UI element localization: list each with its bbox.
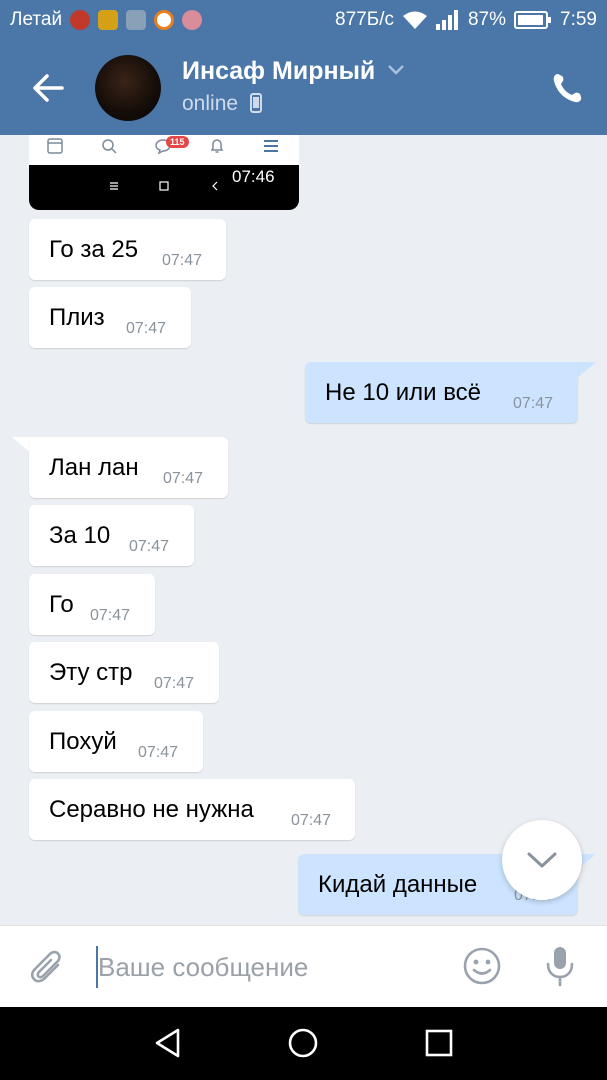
- message-text: Го: [49, 591, 74, 618]
- contact-avatar[interactable]: [95, 55, 161, 121]
- message-text: Серавно не нужна: [49, 796, 254, 823]
- screenshot-attachment[interactable]: 115 07:46: [29, 135, 299, 210]
- scroll-down-button[interactable]: [502, 820, 582, 900]
- message-text: Плиз: [49, 304, 105, 331]
- back-arrow-icon[interactable]: [28, 68, 68, 108]
- message-bubble[interactable]: Не 10 или всё 07:47: [305, 362, 578, 423]
- paperclip-icon[interactable]: [28, 948, 68, 988]
- message-bubble[interactable]: Похуй 07:47: [29, 711, 203, 772]
- message-bubble[interactable]: Серавно не нужна 07:47: [29, 779, 355, 840]
- clock: 7:59: [560, 9, 597, 30]
- phone-icon[interactable]: [547, 68, 587, 108]
- message-text: Лан лан: [49, 454, 139, 481]
- message-time: 07:47: [129, 538, 170, 555]
- message-bubble[interactable]: Го за 25 07:47: [29, 219, 226, 280]
- message-time: 07:47: [154, 675, 195, 692]
- wifi-icon: [402, 11, 427, 29]
- message-bubble[interactable]: За 10 07:47: [29, 505, 194, 566]
- contact-status: online: [182, 92, 262, 116]
- app-notification-icon: [182, 10, 203, 30]
- menu-icon: [264, 140, 278, 152]
- message-text: Не 10 или всё: [325, 379, 482, 406]
- battery-percent: 87%: [467, 9, 507, 30]
- message-time: 07:47: [513, 395, 554, 412]
- nav-back-icon[interactable]: [152, 1027, 184, 1059]
- message-list[interactable]: 115 07:46 Го за 25 07:47 Плиз 07:47 Не 1…: [0, 135, 607, 925]
- status-bar: Летай 877Б/с 87% 7:59: [0, 0, 607, 40]
- message-bubble[interactable]: Го 07:47: [29, 574, 155, 635]
- message-time: 07:47: [126, 320, 167, 337]
- gallery-notification-icon: [126, 10, 147, 30]
- message-time: 07:47: [138, 744, 179, 761]
- network-speed: 877Б/с: [335, 9, 394, 30]
- message-composer: Ваше сообщение: [0, 925, 607, 1008]
- message-input[interactable]: Ваше сообщение: [98, 952, 308, 983]
- bell-icon: [210, 139, 224, 153]
- message-text: За 10: [49, 522, 111, 549]
- message-time: 07:47: [291, 812, 332, 829]
- message-bubble[interactable]: Эту стр 07:47: [29, 642, 219, 703]
- news-icon: [47, 138, 63, 154]
- mobile-icon: [249, 93, 262, 113]
- message-text: Го за 25: [49, 236, 139, 263]
- message-time: 07:47: [90, 607, 131, 624]
- microphone-icon[interactable]: [540, 944, 580, 988]
- message-text: Похуй: [49, 728, 117, 755]
- chevron-down-icon[interactable]: [387, 64, 405, 76]
- chevron-down-icon: [527, 852, 557, 868]
- battery-icon: [514, 11, 552, 29]
- search-icon: [102, 139, 117, 154]
- message-time: 07:47: [162, 252, 203, 269]
- carrier-label: Летай: [10, 9, 63, 30]
- chat-header: Инсаф Мирный online: [0, 40, 607, 135]
- unread-badge: 115: [166, 136, 189, 148]
- online-status: online: [182, 92, 239, 115]
- app-notification-icon: [70, 10, 91, 30]
- app-notification-icon: [154, 10, 175, 30]
- app-notification-icon: [98, 10, 119, 30]
- message-bubble[interactable]: Лан лан 07:47: [29, 437, 228, 498]
- contact-name[interactable]: Инсаф Мирный: [182, 57, 375, 86]
- message-text: Кидай данные: [318, 871, 478, 898]
- emoji-icon[interactable]: [462, 946, 502, 986]
- nav-home-icon[interactable]: [287, 1027, 319, 1059]
- signal-icon: [435, 10, 458, 30]
- message-time: 07:47: [163, 470, 204, 487]
- attachment-time: 07:46: [232, 167, 275, 186]
- message-bubble[interactable]: Плиз 07:47: [29, 287, 191, 348]
- home-square-icon: [159, 181, 169, 191]
- system-navigation-bar: [0, 1007, 607, 1080]
- back-chevron-icon: [212, 181, 218, 191]
- menu-icon: [110, 182, 118, 190]
- nav-recents-icon[interactable]: [423, 1027, 455, 1059]
- message-text: Эту стр: [49, 659, 133, 686]
- attachment-tabbar: 115: [29, 135, 299, 166]
